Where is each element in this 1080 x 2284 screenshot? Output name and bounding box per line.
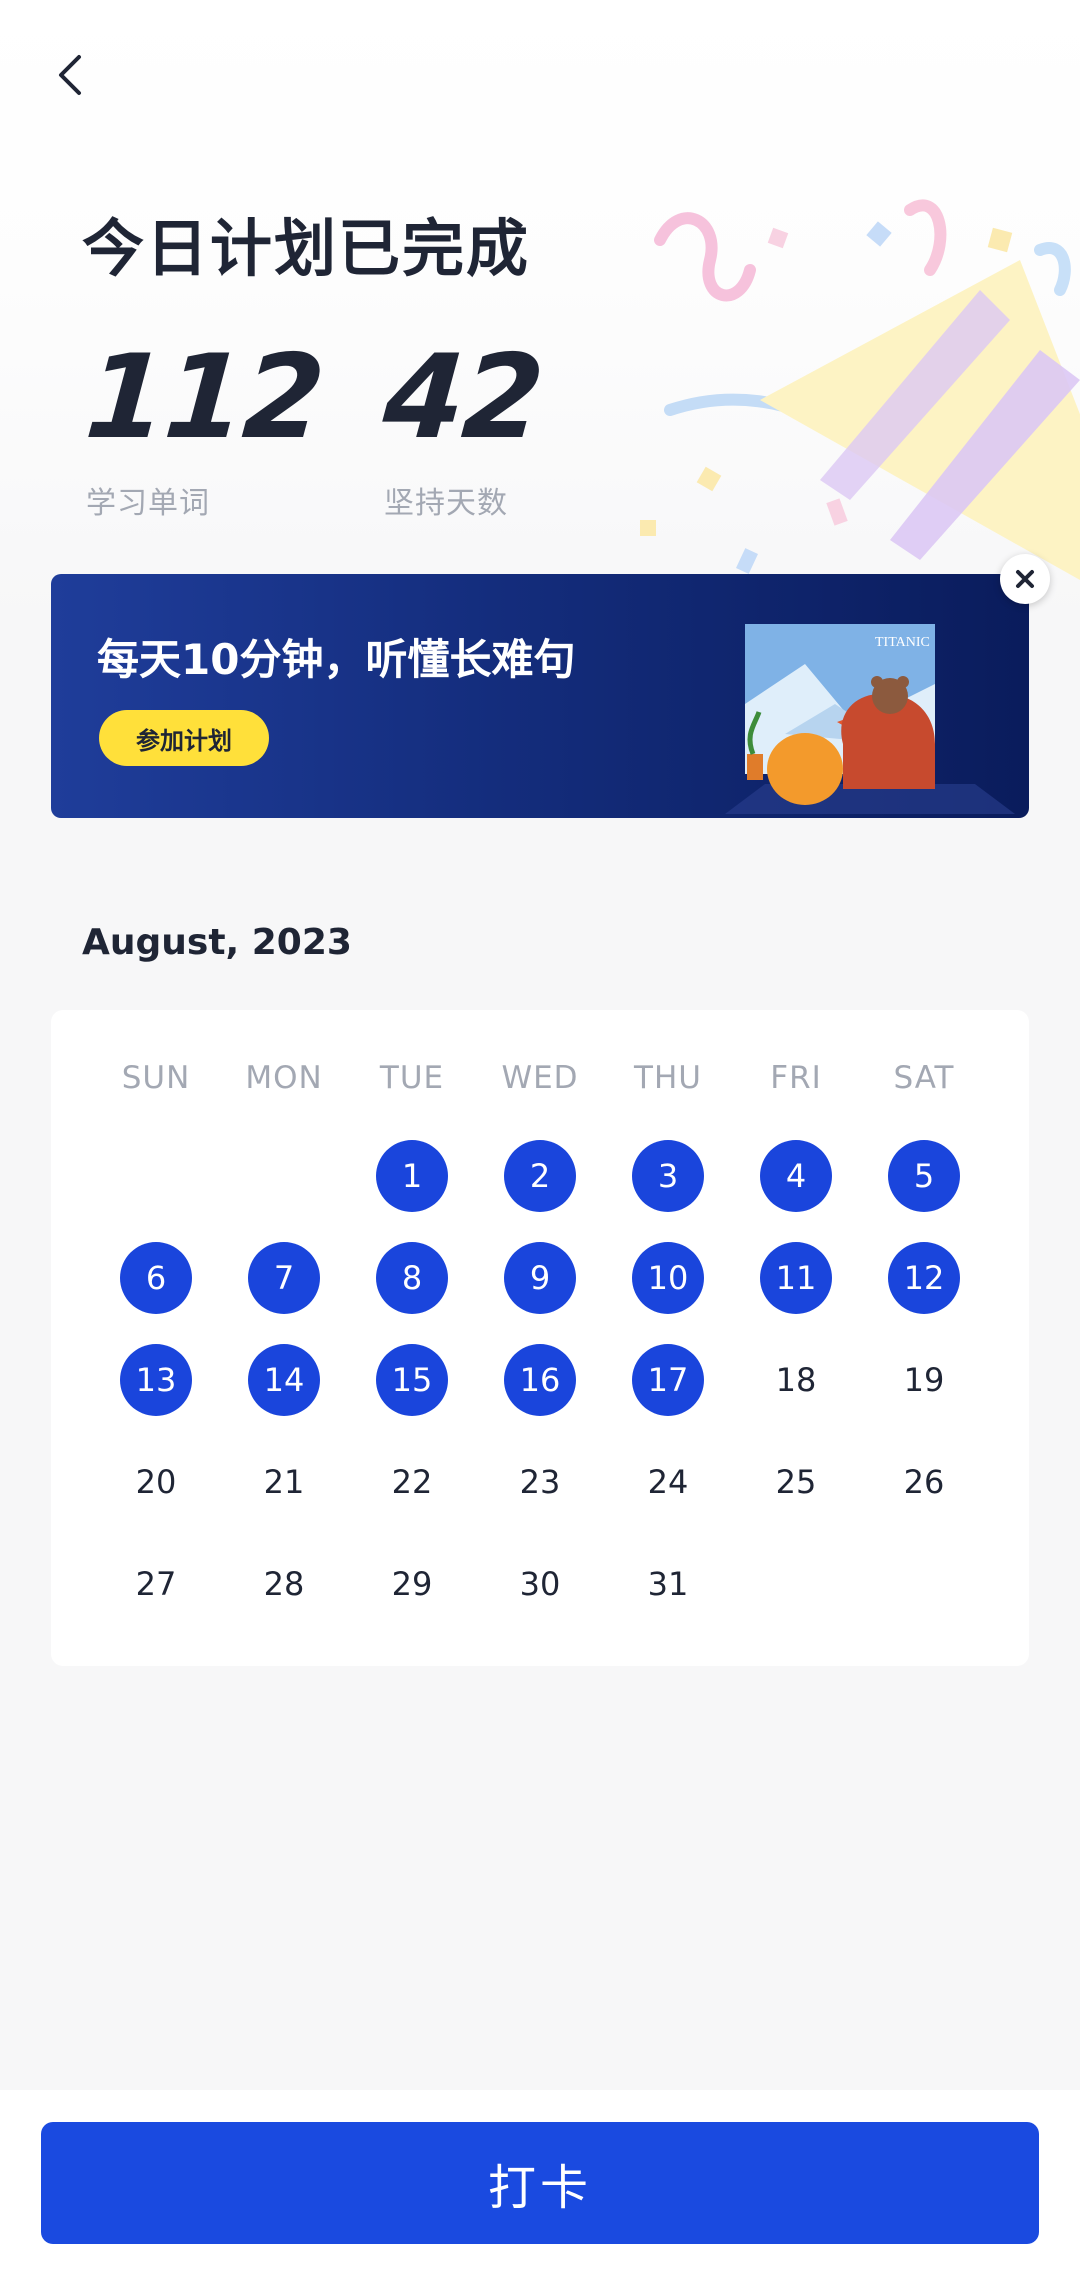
calendar-day-checked[interactable]: 13 bbox=[120, 1344, 192, 1416]
calendar-day[interactable]: 26 bbox=[888, 1446, 960, 1518]
calendar-day[interactable]: 25 bbox=[760, 1446, 832, 1518]
back-button[interactable] bbox=[40, 40, 100, 110]
close-banner-button[interactable] bbox=[1000, 554, 1050, 604]
calendar-day-checked[interactable]: 11 bbox=[760, 1242, 832, 1314]
weekday-sun: SUN bbox=[121, 1060, 191, 1096]
banner-text: 每天10分钟，听懂长难句 bbox=[97, 635, 576, 684]
checkin-button[interactable]: 打卡 bbox=[41, 2122, 1039, 2244]
calendar-day-checked[interactable]: 2 bbox=[504, 1140, 576, 1212]
streak-days-value: 42 bbox=[379, 330, 547, 465]
chevron-left-icon bbox=[59, 55, 81, 95]
calendar-day[interactable]: 23 bbox=[504, 1446, 576, 1518]
calendar-day[interactable]: 31 bbox=[632, 1548, 704, 1620]
calendar-day-checked[interactable]: 7 bbox=[248, 1242, 320, 1314]
calendar-day-checked[interactable]: 16 bbox=[504, 1344, 576, 1416]
calendar-day-checked[interactable]: 6 bbox=[120, 1242, 192, 1314]
calendar-day-checked[interactable]: 8 bbox=[376, 1242, 448, 1314]
weekday-header: SUN MON TUE WED THU FRI SAT bbox=[51, 1060, 1029, 1100]
calendar-day-checked[interactable]: 17 bbox=[632, 1344, 704, 1416]
poster-title: TITANIC bbox=[875, 635, 930, 650]
close-icon bbox=[1016, 570, 1034, 588]
promo-banner[interactable]: 每天10分钟，听懂长难句 参加计划 TITANIC bbox=[51, 574, 1029, 818]
calendar-day[interactable]: 18 bbox=[760, 1344, 832, 1416]
calendar-day-checked[interactable]: 1 bbox=[376, 1140, 448, 1212]
calendar-day[interactable]: 20 bbox=[120, 1446, 192, 1518]
calendar-day-checked[interactable]: 4 bbox=[760, 1140, 832, 1212]
streak-days-stat: 42 坚持天数 bbox=[379, 330, 546, 522]
weekday-tue: TUE bbox=[379, 1060, 445, 1096]
join-plan-button[interactable]: 参加计划 bbox=[99, 710, 269, 766]
weekday-sat: SAT bbox=[893, 1060, 955, 1096]
calendar-day[interactable]: 19 bbox=[888, 1344, 960, 1416]
weekday-mon: MON bbox=[245, 1060, 323, 1096]
movie-theater-illustration: TITANIC bbox=[725, 624, 1015, 814]
weekday-wed: WED bbox=[501, 1060, 579, 1096]
calendar-day-checked[interactable]: 12 bbox=[888, 1242, 960, 1314]
calendar-day-checked[interactable]: 14 bbox=[248, 1344, 320, 1416]
weekday-fri: FRI bbox=[770, 1060, 822, 1096]
calendar-day-checked[interactable]: 10 bbox=[632, 1242, 704, 1314]
calendar-month-label: August, 2023 bbox=[82, 922, 352, 963]
calendar-day[interactable]: 29 bbox=[376, 1548, 448, 1620]
calendar-day-checked[interactable]: 5 bbox=[888, 1140, 960, 1212]
calendar-day-checked[interactable]: 9 bbox=[504, 1242, 576, 1314]
page-title: 今日计划已完成 bbox=[82, 212, 531, 285]
words-learned-label: 学习单词 bbox=[86, 486, 210, 521]
calendar-day[interactable]: 28 bbox=[248, 1548, 320, 1620]
calendar-day[interactable]: 27 bbox=[120, 1548, 192, 1620]
weekday-thu: THU bbox=[634, 1060, 702, 1096]
checkin-calendar: SUN MON TUE WED THU FRI SAT 1 2 3 4 5 6 7 8 9 10 11 12 13 1… bbox=[51, 1010, 1029, 1666]
calendar-day[interactable]: 30 bbox=[504, 1548, 576, 1620]
calendar-day[interactable]: 22 bbox=[376, 1446, 448, 1518]
words-learned-value: 112 bbox=[81, 330, 327, 465]
streak-days-label: 坚持天数 bbox=[384, 486, 508, 521]
calendar-day[interactable]: 21 bbox=[248, 1446, 320, 1518]
words-learned-stat: 112 学习单词 bbox=[81, 330, 327, 522]
calendar-day-checked[interactable]: 3 bbox=[632, 1140, 704, 1212]
calendar-day[interactable]: 24 bbox=[632, 1446, 704, 1518]
calendar-day-checked[interactable]: 15 bbox=[376, 1344, 448, 1416]
